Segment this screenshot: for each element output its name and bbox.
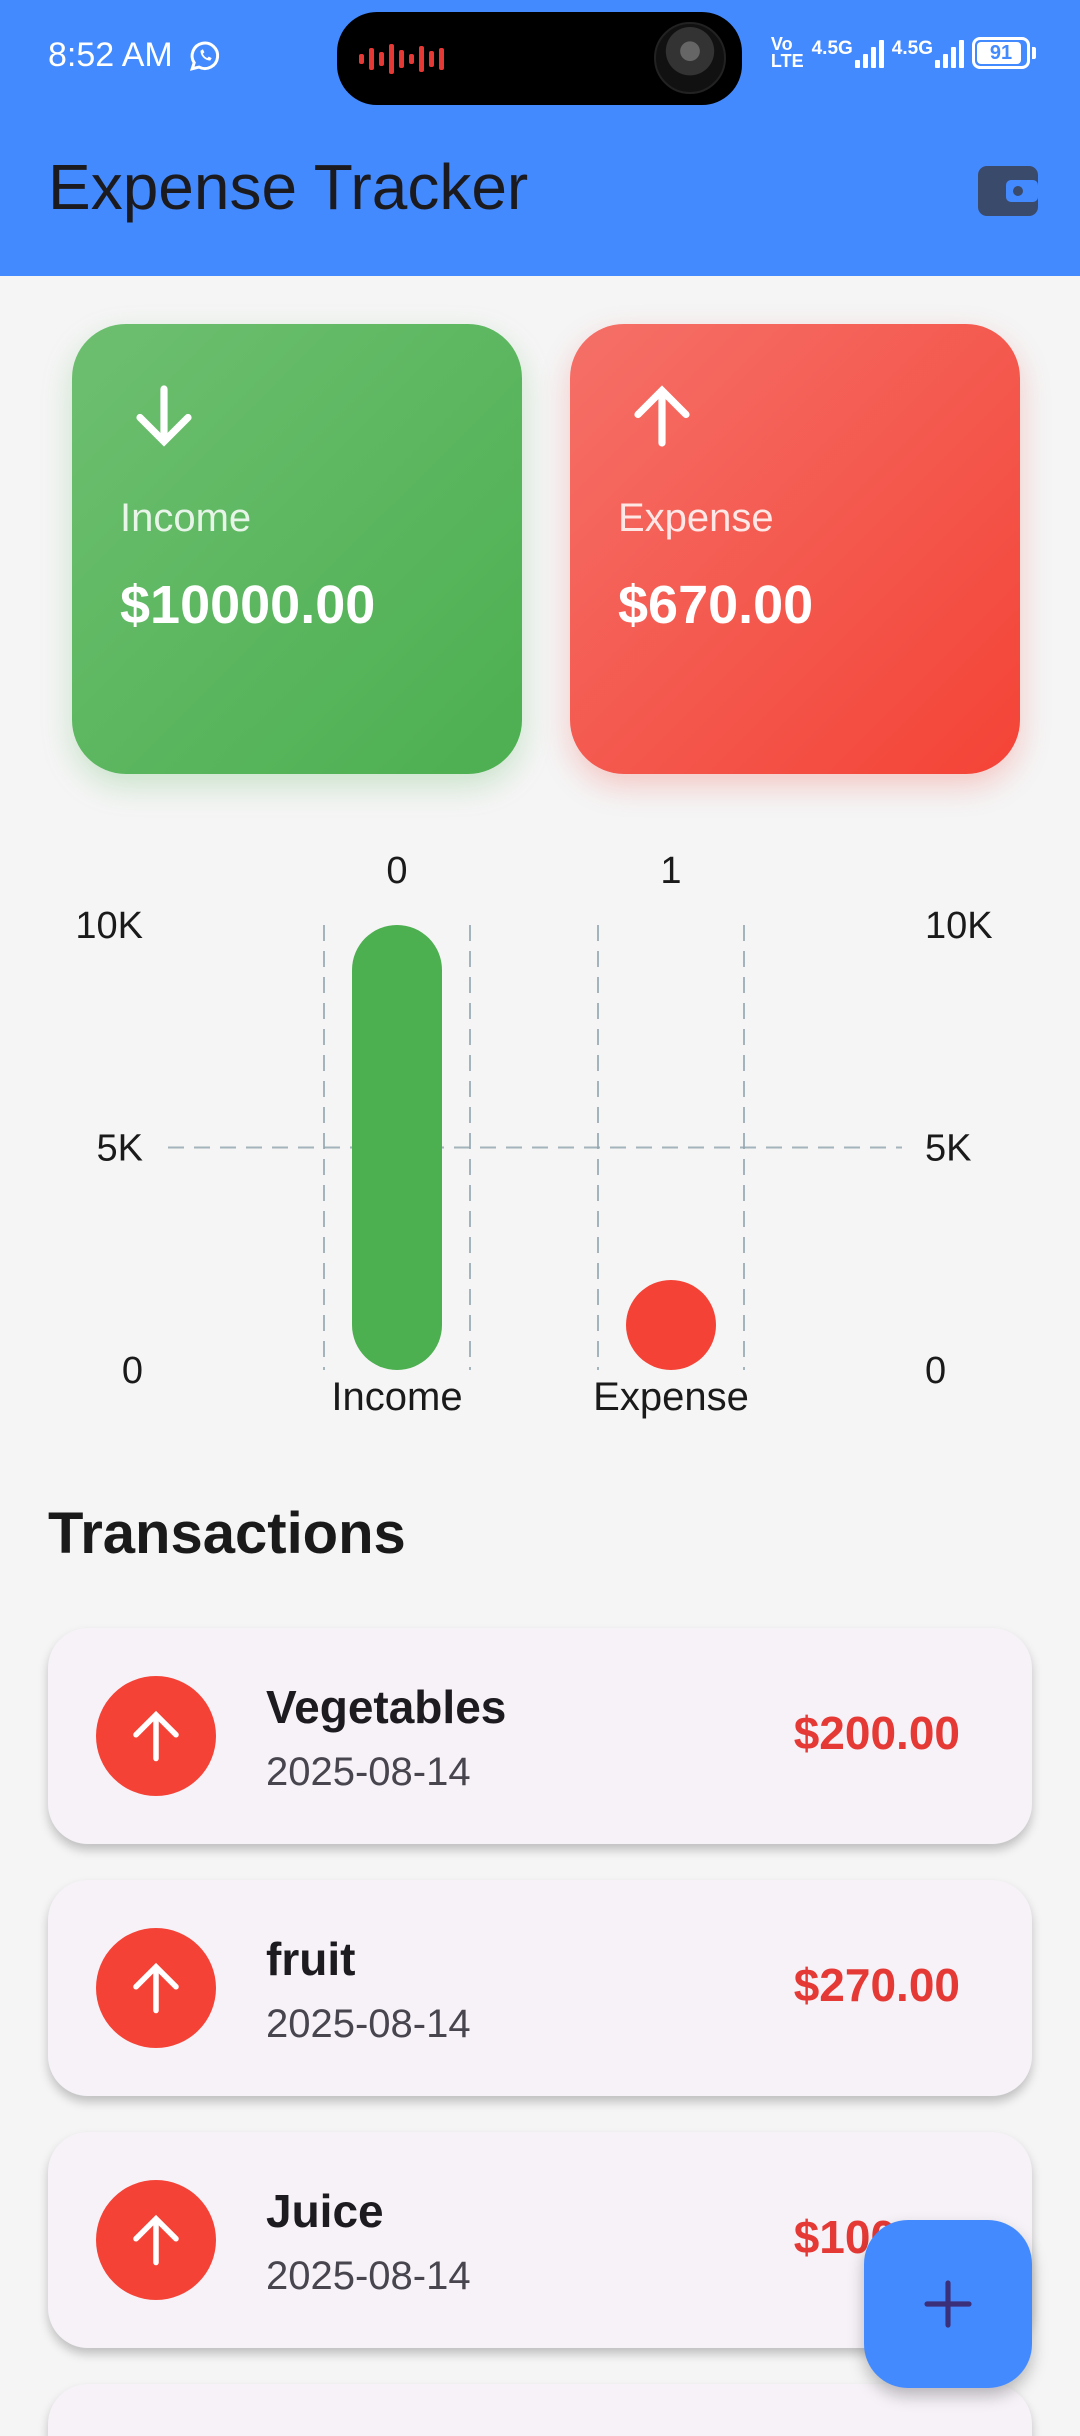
income-amount: $10000.00 xyxy=(120,575,376,635)
arrow-up-icon xyxy=(634,385,690,447)
whatsapp-icon xyxy=(189,41,219,71)
transaction-item-1[interactable]: Vegetables 2025-08-14 $200.00 xyxy=(48,1628,1032,1844)
y-tick-label-left: 0 xyxy=(122,1350,143,1392)
media-thumbnail[interactable] xyxy=(654,22,726,94)
income-summary-card: Income $10000.00 xyxy=(72,324,522,774)
y-tick-label-right: 10K xyxy=(925,905,993,947)
signal-1: 4.5G xyxy=(812,38,884,68)
arrow-down-icon xyxy=(136,385,192,447)
volte-bottom: LTE xyxy=(770,51,804,71)
network-type-2: 4.5G xyxy=(891,38,933,59)
arrow-up-icon xyxy=(133,1710,179,1762)
status-time: 8:52 AM xyxy=(48,36,173,74)
page-title: Expense Tracker xyxy=(48,151,529,223)
transaction-item-4-partial[interactable] xyxy=(48,2384,1032,2436)
audio-wave-icon xyxy=(359,44,444,74)
transaction-amount: $200.00 xyxy=(793,1707,960,1759)
transactions-title: Transactions xyxy=(48,1501,406,1566)
transaction-amount: $270.00 xyxy=(793,1959,960,2011)
transaction-type-badge xyxy=(96,2180,216,2300)
volte-indicator: Vo LTE xyxy=(770,35,804,71)
income-label: Income xyxy=(120,496,252,540)
transaction-title: fruit xyxy=(266,1933,356,1985)
transaction-type-badge xyxy=(96,1928,216,2048)
signal-bars-icon xyxy=(935,38,964,68)
transaction-item-2[interactable]: fruit 2025-08-14 $270.00 xyxy=(48,1880,1032,2096)
arrow-up-icon xyxy=(133,1962,179,2014)
x-category-label: Income xyxy=(331,1375,462,1419)
app-bar: 8:52 AM Vo LTE 4.5G 4.5G 91 Expense Trac… xyxy=(0,0,1080,276)
battery-level: 91 xyxy=(989,41,1013,64)
x-category-label: Expense xyxy=(593,1375,749,1419)
y-tick-label-right: 5K xyxy=(925,1128,971,1170)
battery-icon: 91 xyxy=(972,37,1036,69)
transaction-date: 2025-08-14 xyxy=(266,2002,471,2046)
plus-icon xyxy=(924,2280,972,2328)
expense-label: Expense xyxy=(618,496,774,540)
transaction-date: 2025-08-14 xyxy=(266,2254,471,2298)
signal-bars-icon xyxy=(854,38,884,68)
expense-amount: $670.00 xyxy=(618,575,814,635)
network-type-1: 4.5G xyxy=(811,38,853,59)
x-top-label: 1 xyxy=(660,850,681,892)
transaction-date: 2025-08-14 xyxy=(266,1750,471,1794)
status-time-group: 8:52 AM xyxy=(48,36,223,75)
transaction-title: Vegetables xyxy=(266,1681,507,1733)
transaction-title: Juice xyxy=(266,2185,384,2237)
transaction-type-badge xyxy=(96,1676,216,1796)
y-tick-label-right: 0 xyxy=(925,1350,946,1392)
bar-income xyxy=(352,925,442,1370)
expense-summary-card: Expense $670.00 xyxy=(570,324,1020,774)
bar-expense xyxy=(626,1280,716,1370)
dynamic-island xyxy=(337,12,742,105)
income-expense-chart: 0 0 5K 5K 10K 10K 0 Income 1 Expense xyxy=(75,850,993,1419)
y-tick-label-left: 10K xyxy=(75,905,143,947)
status-indicators: Vo LTE 4.5G 4.5G 91 xyxy=(770,35,1036,71)
y-tick-label-left: 5K xyxy=(97,1128,143,1170)
x-top-label: 0 xyxy=(386,850,407,892)
add-transaction-button[interactable] xyxy=(864,2220,1032,2388)
wallet-icon[interactable] xyxy=(976,160,1040,220)
signal-2: 4.5G xyxy=(892,38,964,68)
arrow-up-icon xyxy=(133,2214,179,2266)
